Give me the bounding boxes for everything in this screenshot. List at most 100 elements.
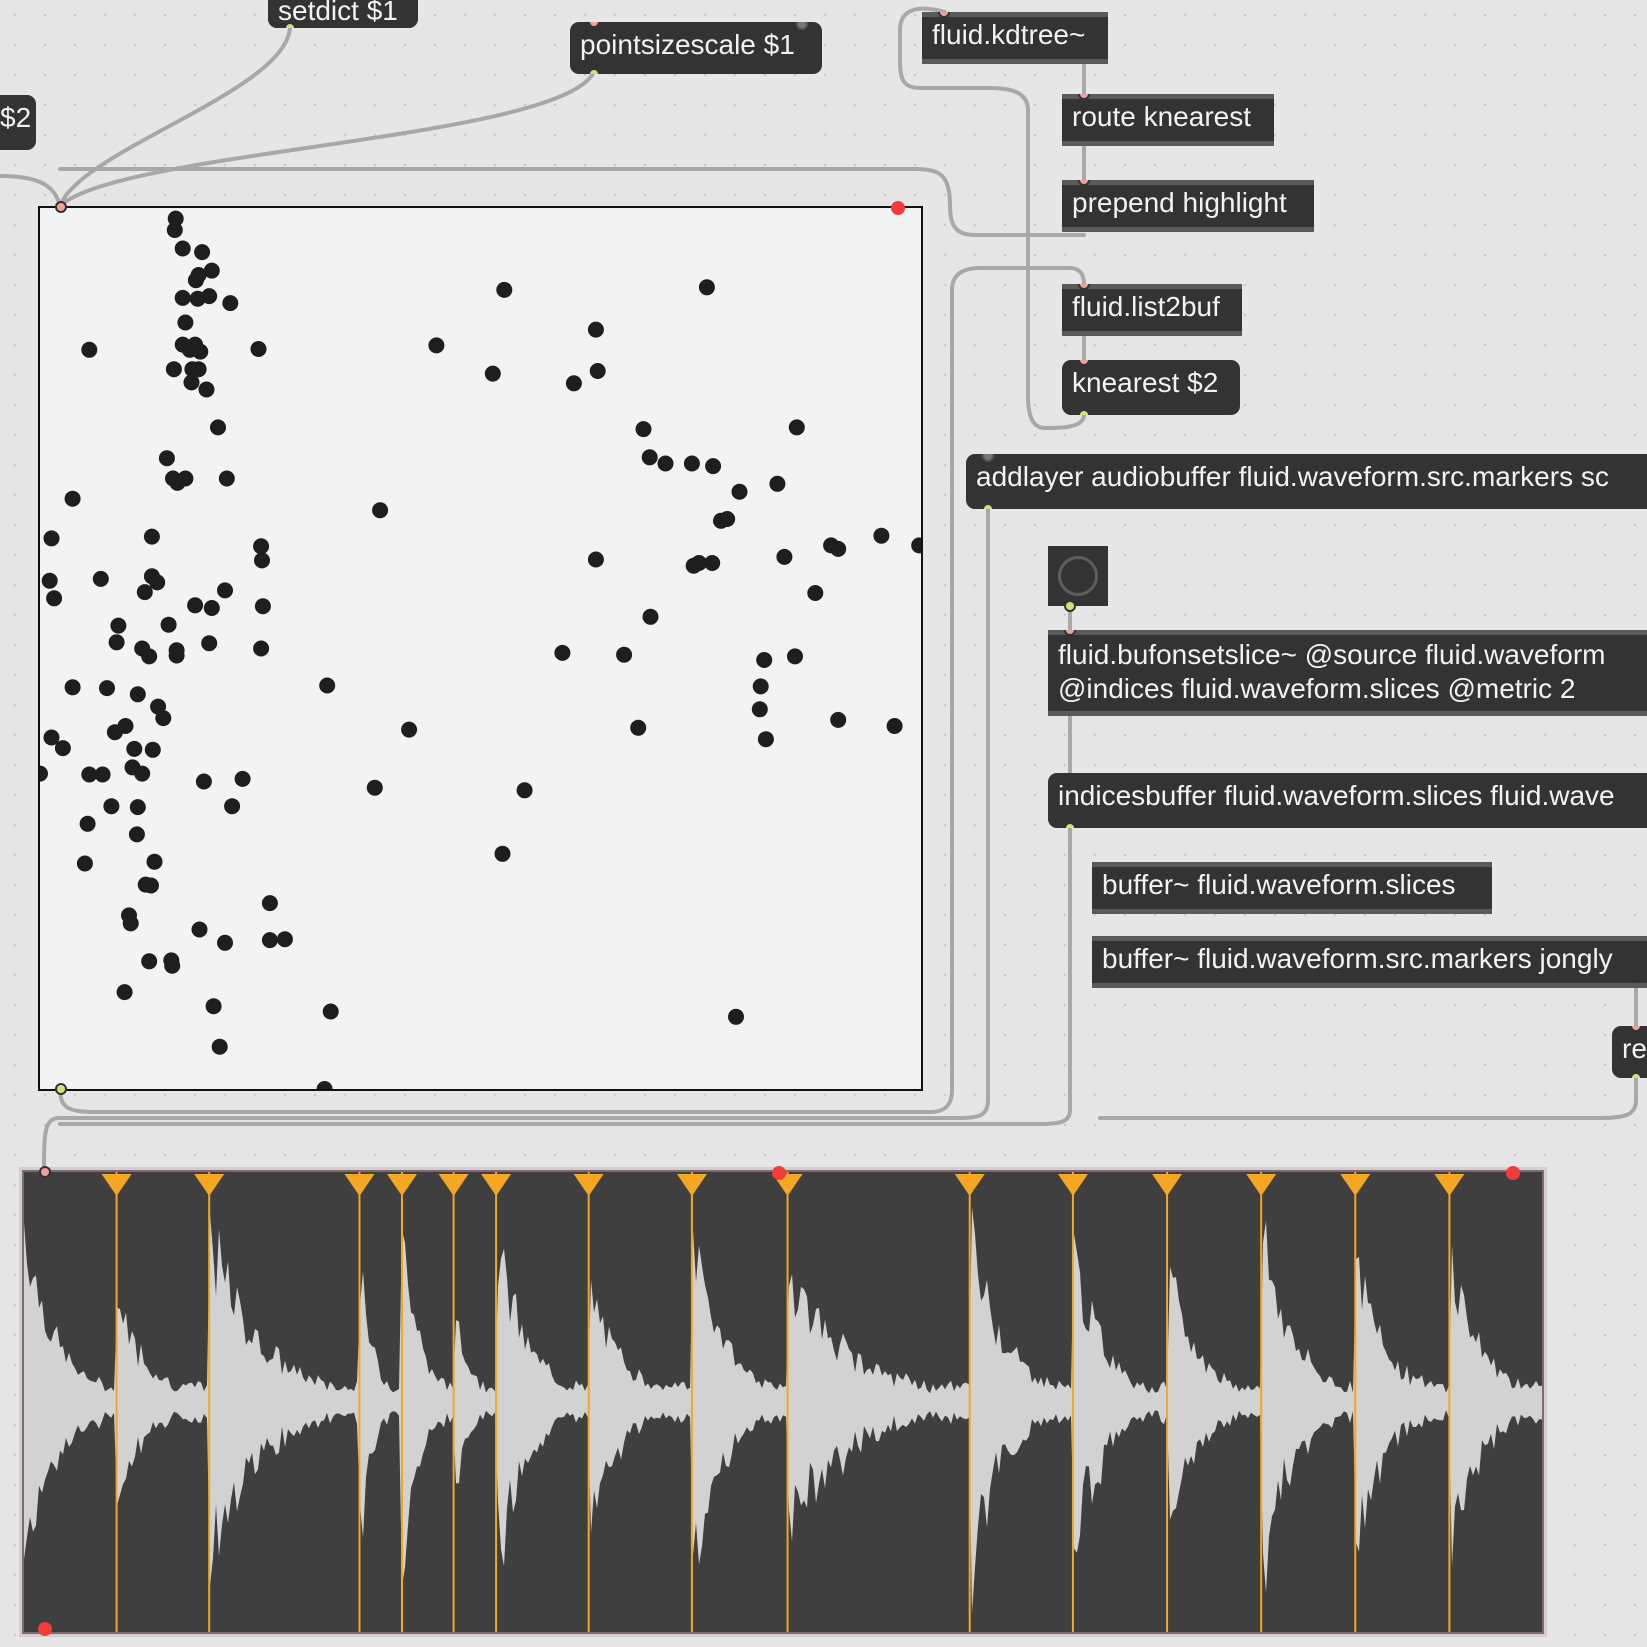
slice-marker-handle-icon[interactable]	[101, 1174, 132, 1196]
slice-marker-handle-icon[interactable]	[676, 1174, 707, 1196]
slice-marker-handle-icon[interactable]	[194, 1174, 225, 1196]
scatter-point	[250, 341, 267, 357]
setdict-outlet[interactable]	[284, 22, 296, 28]
kdtree-object[interactable]: fluid.kdtree~	[922, 12, 1108, 64]
plot-outlet[interactable]	[55, 1083, 67, 1095]
pointsizescale-label: pointsizescale $1	[580, 29, 795, 60]
scatter-point	[158, 450, 175, 467]
prepend-highlight-object[interactable]: prepend highlight	[1062, 180, 1314, 232]
scatter-point	[751, 701, 768, 718]
scatter-point	[752, 678, 769, 695]
scatter-plot-canvas[interactable]	[40, 208, 923, 1091]
slice-marker-handle-icon[interactable]	[344, 1174, 375, 1196]
kdtree-outlet[interactable]	[1078, 58, 1090, 64]
scatter-point	[807, 585, 824, 601]
slice-marker-handle-icon[interactable]	[1340, 1174, 1371, 1196]
slice-marker-handle-icon[interactable]	[1152, 1174, 1183, 1196]
bufonsetslice-outlet[interactable]	[1064, 710, 1076, 716]
re-outlet[interactable]	[1630, 1072, 1642, 1078]
slice-marker-handle-icon[interactable]	[1057, 1174, 1088, 1196]
scatter-point	[64, 490, 81, 507]
setdict-message[interactable]: setdict $1	[268, 0, 418, 28]
route-knearest-object[interactable]: route knearest	[1062, 94, 1274, 146]
scatter-point	[177, 314, 194, 331]
toggle-outlet[interactable]	[1064, 600, 1076, 612]
scatter-point	[137, 876, 154, 893]
scatter-point	[787, 648, 803, 665]
scatter-point	[698, 279, 715, 296]
scatter-point	[174, 289, 191, 306]
prepend-outlet[interactable]	[1078, 226, 1090, 232]
scatter-point	[630, 719, 647, 736]
scatter-point	[261, 932, 278, 949]
waveform-shape	[24, 1207, 1542, 1614]
bufonsetslice-inlet[interactable]	[1064, 630, 1076, 636]
slice-marker-handle-icon[interactable]	[573, 1174, 604, 1196]
addlayer-outlet[interactable]	[982, 503, 994, 509]
scatter-point	[253, 640, 270, 657]
buffer-slices-label: buffer~ fluid.waveform.slices	[1102, 869, 1456, 900]
slice-marker-handle-icon[interactable]	[1246, 1174, 1277, 1196]
scatter-point	[234, 770, 251, 787]
left-edge-message[interactable]: $2	[0, 95, 36, 150]
scatter-point	[40, 765, 48, 782]
scatter-point	[122, 915, 139, 932]
scatter-point	[713, 512, 729, 529]
scatter-point	[116, 984, 133, 1001]
route-outlet[interactable]	[1078, 140, 1090, 146]
pointsizescale-message[interactable]: pointsizescale $1	[570, 22, 822, 74]
knearest-outlet[interactable]	[1078, 409, 1090, 415]
slice-marker-handle-icon[interactable]	[954, 1174, 985, 1196]
scatter-point	[177, 470, 194, 487]
scatter-point	[484, 365, 501, 382]
list2buf-inlet[interactable]	[1078, 284, 1090, 290]
scatter-point	[129, 686, 146, 703]
bang-toggle-button[interactable]	[1048, 546, 1108, 612]
waveform-inlet[interactable]	[39, 1166, 51, 1178]
slice-marker-handle-icon[interactable]	[481, 1174, 512, 1196]
slice-marker-handle-icon[interactable]	[1434, 1174, 1465, 1196]
scatter-point	[160, 616, 177, 633]
kdtree-inlet[interactable]	[938, 12, 950, 18]
scatter-point	[203, 262, 220, 279]
scatter-point	[316, 1081, 333, 1089]
addlayer-message[interactable]: addlayer audiobuffer fluid.waveform.src.…	[966, 454, 1647, 509]
scatter-point	[187, 597, 204, 614]
re-inlet[interactable]	[1630, 1026, 1642, 1032]
indicesbuffer-outlet[interactable]	[1064, 822, 1076, 828]
list2buf-object[interactable]: fluid.list2buf	[1062, 284, 1242, 336]
scatter-plot-panel[interactable]	[38, 206, 923, 1091]
knearest-inlet[interactable]	[1078, 360, 1090, 366]
knearest-label: knearest $2	[1072, 367, 1219, 398]
pointsizescale-outlet[interactable]	[588, 68, 600, 74]
list2buf-outlet[interactable]	[1078, 330, 1090, 336]
scatter-point	[181, 341, 198, 358]
buffer-markers-object[interactable]: buffer~ fluid.waveform.src.markers jongl…	[1092, 936, 1647, 988]
indicesbuffer-message[interactable]: indicesbuffer fluid.waveform.slices flui…	[1048, 773, 1647, 828]
left-edge-label: $2	[0, 102, 32, 133]
scatter-point	[911, 537, 921, 554]
scatter-point	[554, 644, 571, 661]
prepend-inlet[interactable]	[1078, 180, 1090, 186]
waveform-canvas[interactable]	[24, 1172, 1542, 1632]
scatter-point	[134, 765, 151, 782]
buffer-markers-outlet[interactable]	[1630, 982, 1642, 988]
re-partial-message[interactable]: re	[1612, 1026, 1647, 1078]
pointsizescale-inlet[interactable]	[588, 22, 600, 28]
scatter-point	[657, 455, 674, 472]
buffer-slices-object[interactable]: buffer~ fluid.waveform.slices	[1092, 862, 1492, 914]
plot-highlight-corner-dot	[891, 201, 905, 215]
route-inlet[interactable]	[1078, 94, 1090, 100]
scatter-point	[616, 646, 633, 663]
scatter-point	[776, 548, 793, 565]
knearest-message[interactable]: knearest $2	[1062, 360, 1240, 415]
plot-inlet[interactable]	[55, 201, 67, 213]
scatter-point	[211, 1038, 228, 1055]
waveform-display[interactable]	[22, 1170, 1544, 1634]
bufonsetslice-object[interactable]: fluid.bufonsetslice~ @source fluid.wavef…	[1048, 630, 1647, 716]
scatter-point	[43, 530, 60, 547]
slice-marker-handle-icon[interactable]	[386, 1174, 417, 1196]
scatter-point	[103, 798, 120, 815]
pointsizescale-inlet-right[interactable]	[796, 22, 808, 30]
slice-marker-handle-icon[interactable]	[438, 1174, 469, 1196]
